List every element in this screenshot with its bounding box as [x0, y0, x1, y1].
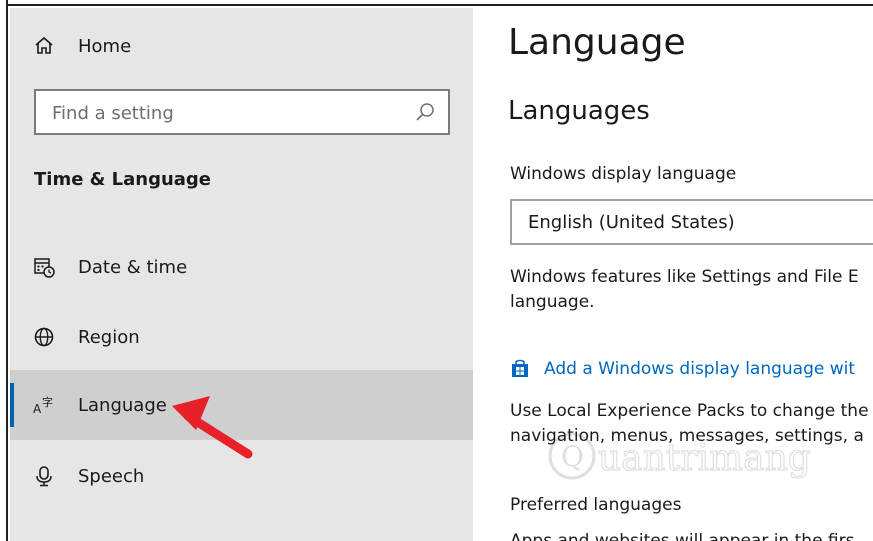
window-top-border	[0, 0, 873, 6]
display-language-description-line1: Windows features like Settings and File …	[510, 267, 859, 287]
search-input[interactable]	[50, 99, 394, 127]
section-heading: Time & Language	[34, 169, 212, 190]
sidebar-item-language[interactable]: A 字 Language	[10, 370, 473, 440]
dropdown-selected-value: English (United States)	[528, 212, 735, 233]
sidebar-item-label: Language	[78, 394, 167, 416]
lep-description-line1: Use Local Experience Packs to change the	[510, 401, 869, 421]
store-icon	[510, 359, 530, 379]
sidebar-item-date-time[interactable]: Date & time	[10, 232, 473, 302]
language-icon: A 字	[32, 393, 56, 417]
window-left-border	[0, 0, 8, 541]
microphone-icon	[32, 464, 56, 488]
svg-text:A: A	[33, 402, 42, 416]
sidebar-item-label: Date & time	[78, 256, 188, 278]
active-indicator	[10, 383, 14, 427]
main-content: Language Languages Windows display langu…	[473, 8, 873, 541]
display-language-dropdown[interactable]: English (United States)	[510, 199, 873, 245]
page-title: Language	[508, 22, 686, 63]
lep-description-line2: navigation, menus, messages, settings, a	[510, 426, 864, 446]
sidebar-item-label: Home	[78, 35, 132, 57]
home-icon	[32, 34, 56, 58]
svg-text:字: 字	[42, 395, 53, 409]
preferred-languages-label: Preferred languages	[510, 495, 682, 515]
display-language-description-line2: language.	[510, 292, 595, 312]
search-icon[interactable]	[414, 101, 436, 123]
sidebar-item-label: Speech	[78, 465, 145, 487]
search-box[interactable]	[34, 89, 450, 135]
globe-icon	[32, 325, 56, 349]
sidebar-item-label: Region	[78, 326, 140, 348]
sidebar-item-speech[interactable]: Speech	[10, 441, 473, 511]
add-language-link[interactable]: Add a Windows display language wit	[544, 359, 855, 379]
sidebar-item-region[interactable]: Region	[10, 302, 473, 372]
section-subheading: Languages	[508, 96, 650, 126]
sidebar-item-home[interactable]: Home	[10, 11, 473, 81]
preferred-languages-description: Apps and websites will appear in the fir…	[510, 531, 855, 541]
calendar-clock-icon	[32, 255, 56, 279]
settings-window: Home Time & Language	[0, 0, 873, 541]
display-language-label: Windows display language	[510, 164, 737, 184]
sidebar: Home Time & Language	[10, 8, 473, 541]
add-language-link-row[interactable]: Add a Windows display language wit	[510, 357, 855, 381]
